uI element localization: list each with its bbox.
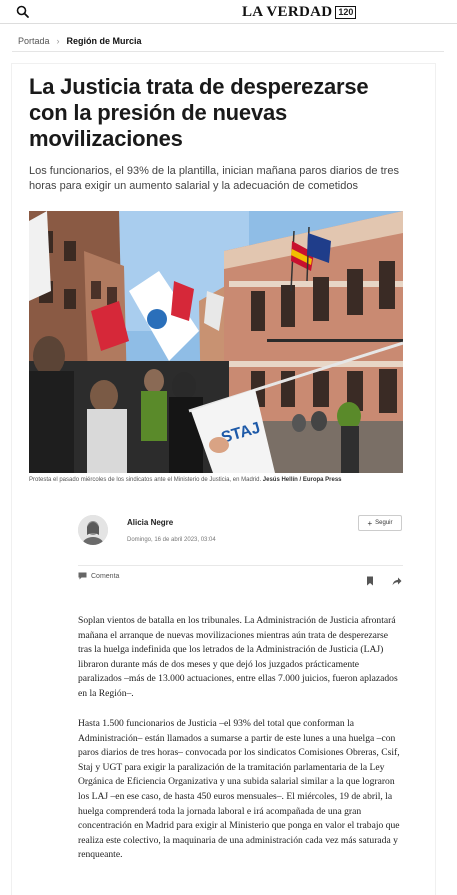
breadcrumb-section-link[interactable]: Región de Murcia (67, 36, 142, 46)
caption-text: Protesta el pasado miércoles de los sind… (29, 477, 262, 483)
breadcrumb-home-link[interactable]: Portada (18, 36, 50, 46)
follow-author-button[interactable]: + Seguir (358, 515, 402, 531)
bookmark-icon[interactable] (366, 573, 374, 591)
logo-text: LA VERDAD (242, 3, 333, 20)
author-avatar[interactable] (78, 515, 108, 545)
publish-date: Domingo, 16 de abril 2023, 03:04 (127, 537, 216, 543)
article-actions: Comenta (78, 572, 403, 586)
plus-icon: + (367, 518, 373, 528)
divider (78, 565, 403, 566)
search-icon[interactable] (16, 5, 30, 19)
top-bar: LA VERDAD 120 (0, 0, 457, 24)
breadcrumb: Portada › Región de Murcia (12, 30, 444, 52)
article-headline: La Justicia trata de desperezarse con la… (29, 74, 369, 151)
article-photo[interactable]: STAJ (29, 211, 403, 473)
logo-anniversary-badge: 120 (335, 5, 357, 19)
author-name[interactable]: Alicia Negre (127, 518, 173, 527)
share-icon[interactable] (392, 573, 402, 591)
article-subtitle: Los funcionarios, el 93% de la plantilla… (29, 165, 399, 192)
comment-icon (78, 572, 87, 580)
article-paragraph: Hasta 1.500 funcionarios de Justicia –el… (78, 718, 400, 861)
comment-label: Comenta (91, 572, 120, 580)
comment-button[interactable]: Comenta (78, 572, 119, 580)
photo-credit: Jesús Hellín / Europa Press (262, 477, 342, 483)
photo-caption: Protesta el pasado miércoles de los sind… (29, 477, 403, 483)
site-logo[interactable]: LA VERDAD 120 (242, 3, 357, 21)
breadcrumb-separator: › (56, 35, 60, 46)
article-paragraph: Soplan vientos de batalla en los tribuna… (78, 615, 398, 699)
follow-label: Seguir (375, 520, 393, 526)
